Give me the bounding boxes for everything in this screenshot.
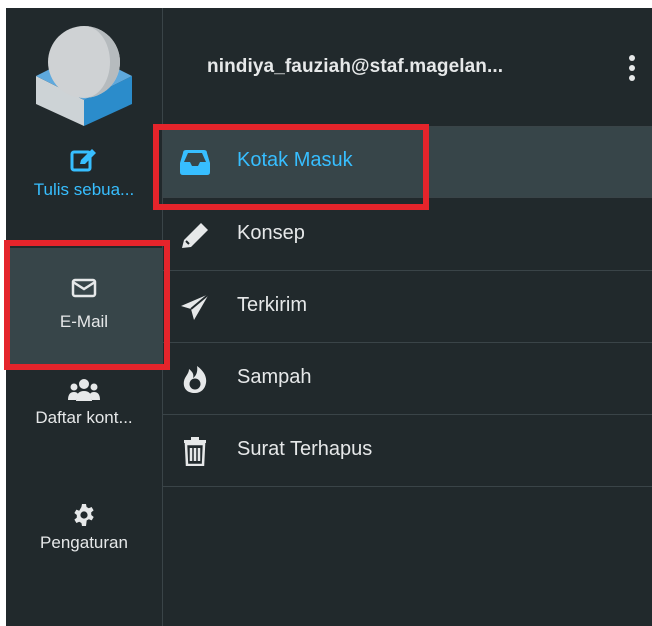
folder-label: Kotak Masuk	[237, 149, 353, 171]
more-options-icon[interactable]	[625, 52, 639, 92]
folder-drafts[interactable]: Konsep	[163, 200, 652, 271]
fire-icon	[183, 366, 207, 393]
trash-icon	[184, 437, 206, 466]
folder-deleted[interactable]: Surat Terhapus	[163, 416, 652, 487]
folder-panel: nindiya_fauziah@staf.magelan... Kotak Ma…	[163, 8, 652, 626]
navigation-rail: Tulis sebua... E-Mail Daftar kont... Pen…	[6, 8, 163, 626]
settings-nav-label: Pengaturan	[40, 533, 128, 552]
folder-label: Sampah	[237, 366, 312, 388]
contacts-nav-button[interactable]: Daftar kont...	[6, 378, 162, 468]
gear-icon	[74, 504, 94, 526]
folder-label: Konsep	[237, 222, 305, 244]
webmail-window: Tulis sebua... E-Mail Daftar kont... Pen…	[6, 8, 652, 626]
envelope-icon	[71, 278, 97, 298]
contacts-nav-label: Daftar kont...	[35, 408, 133, 427]
compose-label: Tulis sebua...	[33, 180, 135, 199]
mail-nav-button[interactable]: E-Mail	[6, 248, 162, 368]
roundcube-logo	[36, 26, 132, 126]
folder-inbox[interactable]: Kotak Masuk	[163, 127, 652, 198]
compose-button[interactable]: Tulis sebua...	[6, 148, 162, 238]
pencil-icon	[182, 223, 208, 248]
inbox-icon	[180, 150, 210, 175]
folder-label: Surat Terhapus	[237, 438, 373, 460]
paper-plane-icon	[181, 293, 210, 320]
account-email: nindiya_fauziah@staf.magelan...	[207, 56, 504, 77]
users-icon	[68, 379, 100, 401]
folder-junk[interactable]: Sampah	[163, 344, 652, 415]
folder-label: Terkirim	[237, 294, 307, 316]
mail-nav-label: E-Mail	[59, 312, 109, 331]
settings-nav-button[interactable]: Pengaturan	[6, 503, 162, 593]
compose-icon	[70, 149, 96, 172]
folder-sent[interactable]: Terkirim	[163, 272, 652, 343]
